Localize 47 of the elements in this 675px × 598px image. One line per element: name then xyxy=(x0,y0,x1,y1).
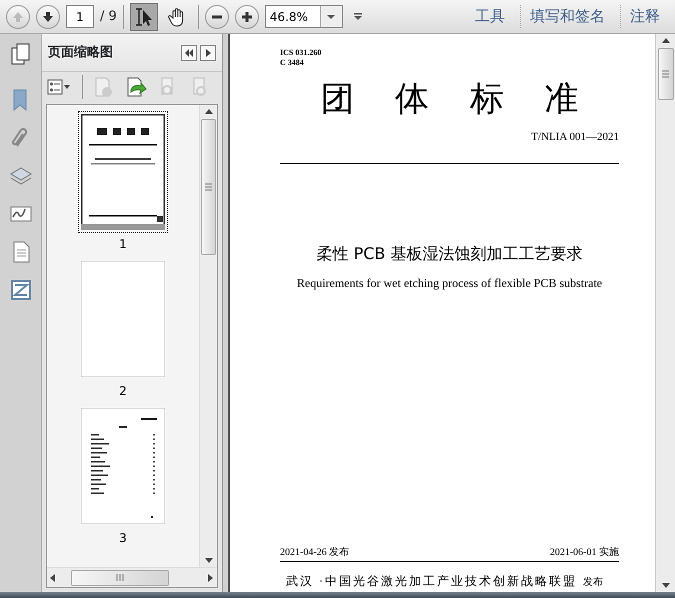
previous-page-button[interactable] xyxy=(6,4,30,28)
classification-code: ICS 031.260 xyxy=(280,48,322,58)
scrollbar[interactable] xyxy=(655,34,675,592)
page-number-field[interactable]: 1 xyxy=(66,5,94,28)
down-arrow-icon xyxy=(41,10,55,24)
horizontal-scrollbar[interactable] xyxy=(47,567,217,587)
page-count: / 9 xyxy=(100,8,117,26)
scrollbar[interactable] xyxy=(199,105,217,567)
classification-code: C 3484 xyxy=(280,58,305,68)
up-arrow-icon xyxy=(11,10,25,24)
zoom-out-button[interactable] xyxy=(204,4,229,28)
zoom-dropdown-button[interactable] xyxy=(320,6,342,27)
publisher: 武汉 ·中国光谷激光加工产业技术创新战略联盟 xyxy=(286,573,577,590)
menu-link[interactable]: 填写和签名 xyxy=(520,5,614,28)
panel-splitter[interactable] xyxy=(222,34,230,592)
standard-heading: 团 体 标 准 xyxy=(319,81,580,119)
zoom-in-button[interactable] xyxy=(234,4,259,28)
scroll-thumb[interactable] xyxy=(658,48,674,100)
page-thumbnail[interactable]: 2 xyxy=(78,258,168,400)
rotate-page-icon[interactable] xyxy=(125,76,147,98)
standard-number: T/NLIA 001—2021 xyxy=(531,130,619,143)
caret-icon xyxy=(352,12,363,20)
zoom-combo-box[interactable]: 46.8% xyxy=(264,5,343,28)
pages-icon[interactable] xyxy=(8,42,32,66)
grip-icon xyxy=(662,70,669,78)
menu-link[interactable]: 注释 xyxy=(620,5,669,28)
right-arrow-icon xyxy=(203,48,213,58)
document-title: 柔性 PCB 基板湿法蚀刻加工工艺要求 xyxy=(316,244,582,264)
plus-icon xyxy=(240,10,254,24)
scroll-thumb[interactable] xyxy=(71,570,169,586)
list-options-icon xyxy=(47,79,71,95)
publisher-suffix: 发布 xyxy=(583,576,603,590)
grip-icon xyxy=(115,574,125,581)
double-left-arrow-icon xyxy=(184,48,194,58)
panel-title: 页面缩略图 xyxy=(48,44,114,62)
scroll-thumb[interactable] xyxy=(201,119,216,255)
next-page-button[interactable] xyxy=(36,4,60,28)
page-thumbnail[interactable]: 3 xyxy=(78,405,168,547)
publish-date: 2021-04-26 发布 xyxy=(280,546,350,560)
effective-date: 2021-06-01 实施 xyxy=(550,546,619,560)
document-subtitle: Requirements for wet etching process of flexible PCB substrate xyxy=(296,276,602,290)
collapse-panel-button[interactable] xyxy=(181,44,197,60)
menu-link[interactable]: 工具 xyxy=(466,5,514,28)
select-tool-button[interactable] xyxy=(130,2,158,30)
expand-panel-button[interactable] xyxy=(200,44,216,60)
caret-icon xyxy=(326,14,336,20)
grip-icon xyxy=(205,183,212,191)
